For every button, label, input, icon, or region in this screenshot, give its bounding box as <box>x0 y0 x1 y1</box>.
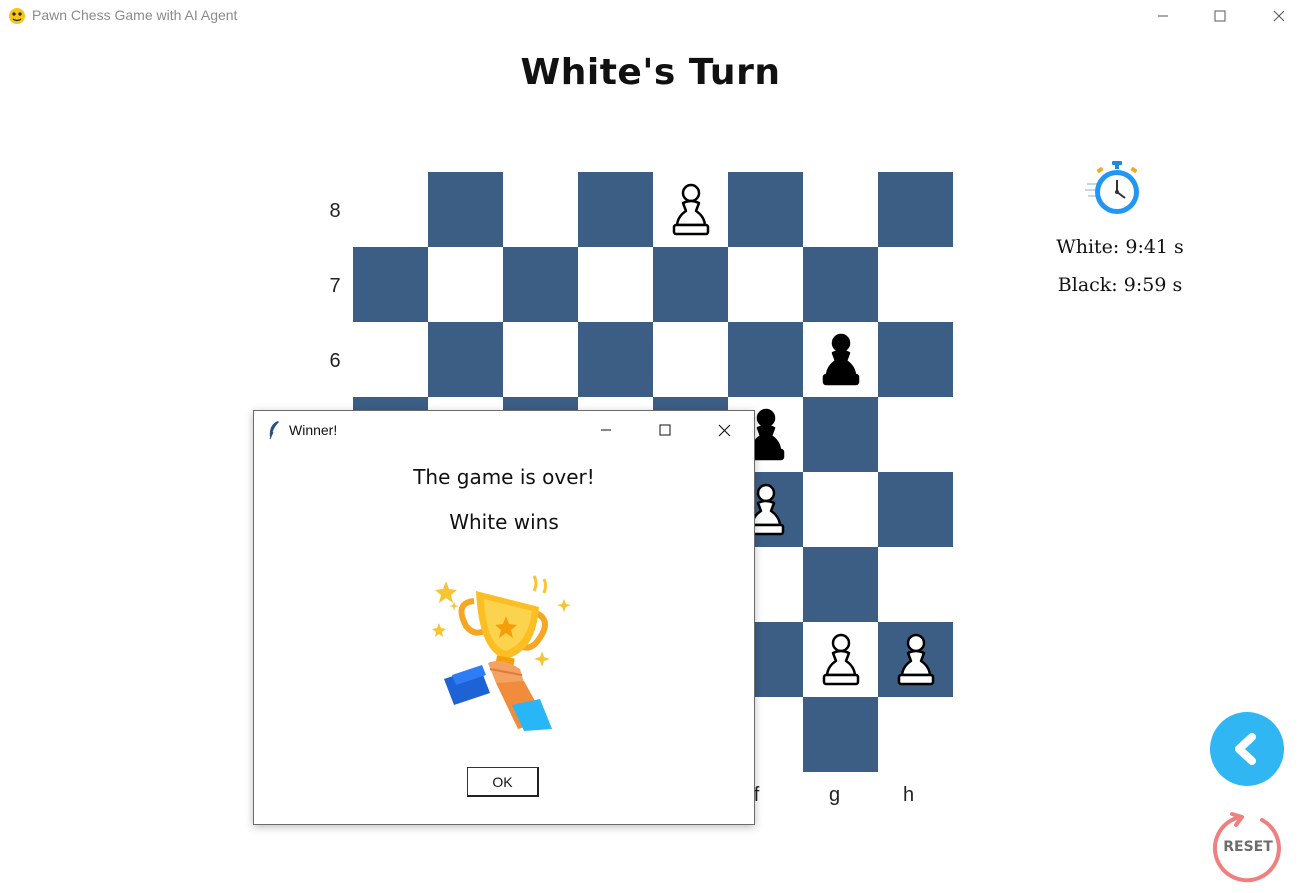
square-g8[interactable] <box>803 172 878 247</box>
dialog-message: The game is over! <box>413 465 595 489</box>
dialog-close-button[interactable] <box>707 415 741 445</box>
window-title: Pawn Chess Game with AI Agent <box>32 7 238 23</box>
dialog-minimize-button[interactable] <box>589 415 623 445</box>
back-button[interactable] <box>1210 712 1284 786</box>
maximize-button[interactable] <box>1197 0 1243 32</box>
dialog-maximize-button[interactable] <box>648 415 682 445</box>
square-g5[interactable] <box>803 397 878 472</box>
turn-title: White's Turn <box>520 52 781 93</box>
square-h1[interactable] <box>878 697 953 772</box>
minimize-button[interactable] <box>1140 0 1186 32</box>
square-c8[interactable] <box>503 172 578 247</box>
square-d6[interactable] <box>578 322 653 397</box>
dialog-title: Winner! <box>289 422 338 438</box>
square-e7[interactable] <box>653 247 728 322</box>
feather-icon <box>269 421 279 440</box>
square-f8[interactable] <box>728 172 803 247</box>
stopwatch-icon <box>1085 161 1139 214</box>
maximize-icon <box>659 424 671 436</box>
white-pawn-icon[interactable] <box>803 622 878 697</box>
white-pawn-icon[interactable] <box>653 172 728 247</box>
square-c7[interactable] <box>503 247 578 322</box>
file-label-g: g <box>828 784 841 806</box>
square-h7[interactable] <box>878 247 953 322</box>
square-g1[interactable] <box>803 697 878 772</box>
minimize-icon <box>601 429 611 431</box>
square-b7[interactable] <box>428 247 503 322</box>
square-g7[interactable] <box>803 247 878 322</box>
dialog-titlebar: Winner! <box>254 411 754 449</box>
square-h8[interactable] <box>878 172 953 247</box>
maximize-icon <box>1214 10 1226 22</box>
square-d7[interactable] <box>578 247 653 322</box>
close-icon <box>1273 10 1285 22</box>
square-e6[interactable] <box>653 322 728 397</box>
square-g3[interactable] <box>803 547 878 622</box>
close-button[interactable] <box>1256 0 1301 32</box>
square-h5[interactable] <box>878 397 953 472</box>
black-pawn-icon[interactable] <box>803 322 878 397</box>
square-h6[interactable] <box>878 322 953 397</box>
ok-button[interactable]: OK <box>467 767 539 797</box>
white-pawn-icon[interactable] <box>878 622 953 697</box>
square-f6[interactable] <box>728 322 803 397</box>
square-b6[interactable] <box>428 322 503 397</box>
square-f7[interactable] <box>728 247 803 322</box>
square-a6[interactable] <box>353 322 428 397</box>
black-timer: Black: 9:59 s <box>1057 274 1183 296</box>
square-c6[interactable] <box>503 322 578 397</box>
rank-label-7: 7 <box>329 275 341 297</box>
reset-label: RESET <box>1223 839 1273 855</box>
rank-label-8: 8 <box>329 200 341 222</box>
trophy-icon <box>432 575 571 731</box>
winner-dialog: Winner! The game is over! White wins OK <box>253 410 755 825</box>
file-label-h: h <box>902 784 915 806</box>
close-icon <box>718 424 730 436</box>
square-h4[interactable] <box>878 472 953 547</box>
winner-text: White wins <box>449 510 559 534</box>
square-h3[interactable] <box>878 547 953 622</box>
square-d8[interactable] <box>578 172 653 247</box>
square-a7[interactable] <box>353 247 428 322</box>
python-snake-icon <box>9 8 25 24</box>
square-b8[interactable] <box>428 172 503 247</box>
back-chevron-icon <box>1235 733 1256 765</box>
square-g4[interactable] <box>803 472 878 547</box>
square-a8[interactable] <box>353 172 428 247</box>
window-titlebar: Pawn Chess Game with AI Agent <box>0 0 1301 32</box>
white-timer: White: 9:41 s <box>1056 236 1184 258</box>
minimize-icon <box>1158 15 1168 17</box>
rank-label-6: 6 <box>329 350 341 372</box>
reset-button[interactable]: RESET <box>1210 811 1286 887</box>
